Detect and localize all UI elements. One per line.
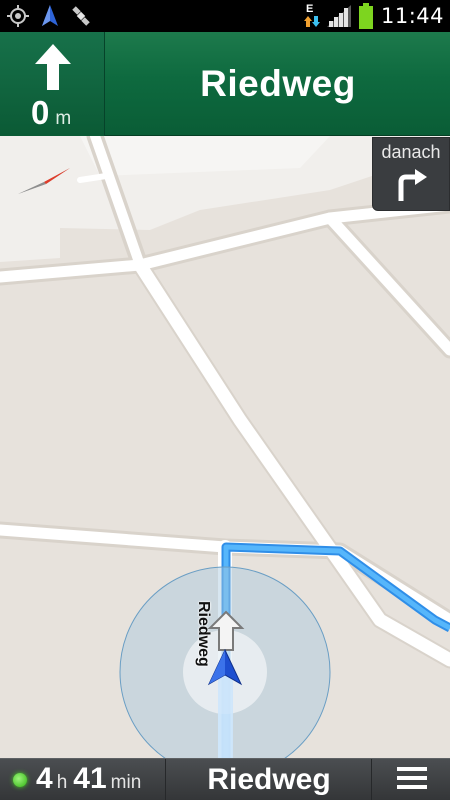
status-clock: 11:44 <box>380 4 444 28</box>
status-bar: E 11:44 <box>0 0 450 32</box>
navigation-arrow-icon <box>40 4 60 28</box>
menu-button[interactable] <box>373 759 450 800</box>
gps-target-icon <box>6 4 30 28</box>
hours-value: 4 <box>36 762 53 795</box>
edge-data-icon: E <box>303 3 320 29</box>
distance-to-maneuver: 0 m <box>31 94 71 132</box>
maneuver-box[interactable]: 0 m <box>0 32 105 136</box>
next-turn-box[interactable]: danach <box>372 137 450 211</box>
hours-unit: h <box>56 772 68 793</box>
distance-value: 0 <box>31 94 50 131</box>
remaining-time[interactable]: 4 h 41 min <box>0 759 166 800</box>
minutes-unit: min <box>110 772 142 793</box>
current-street-title: Riedweg <box>200 63 356 104</box>
next-turn-label: danach <box>381 142 441 162</box>
menu-icon <box>396 765 427 796</box>
gps-status-dot-icon <box>13 773 27 787</box>
signal-strength-icon <box>326 5 351 27</box>
navigation-bottom-bar: 4 h 41 min Riedweg <box>0 758 450 800</box>
map-view[interactable]: Riedweg <box>0 136 450 758</box>
edge-label: E <box>305 3 314 15</box>
compass-icon[interactable] <box>16 166 72 198</box>
turn-right-arrow-icon <box>395 168 429 207</box>
destination-street[interactable]: Riedweg <box>167 759 372 800</box>
distance-unit: m <box>55 108 72 129</box>
straight-arrow-icon <box>33 42 73 97</box>
satellite-icon <box>70 5 92 27</box>
battery-icon <box>358 3 374 29</box>
current-position-arrow-icon <box>207 648 243 688</box>
direction-header[interactable]: 0 m Riedweg <box>0 32 450 136</box>
minutes-value: 41 <box>73 762 107 795</box>
